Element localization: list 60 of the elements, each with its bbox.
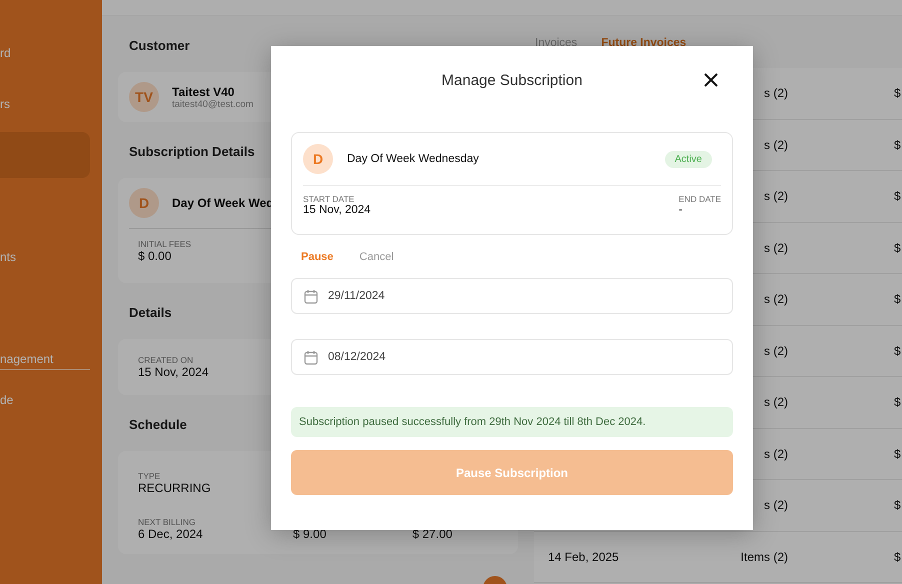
date-field[interactable]: 08/12/2024 <box>291 339 733 375</box>
sidebar-item[interactable]: rs <box>0 81 90 127</box>
field-value: - <box>678 204 682 216</box>
field-value: $ 0.00 <box>138 249 172 263</box>
section-heading: Subscription Details <box>128 143 256 161</box>
table-cell: s (2) <box>764 498 788 512</box>
table-cell: $ <box>894 86 901 100</box>
field-label: INITIAL FEES <box>138 239 192 249</box>
section-heading: Details <box>128 304 173 322</box>
table-cell: $ <box>894 189 901 204</box>
field-value: $ 9.00 <box>293 527 326 541</box>
invoice-tab[interactable]: Future Invoices <box>601 37 686 49</box>
action-tab[interactable]: Pause <box>301 251 334 263</box>
table-cell: $ <box>894 395 901 410</box>
field-label: CREATED ON <box>138 355 194 365</box>
modal-title: Manage Subscription <box>442 72 582 88</box>
section-heading: Schedule <box>128 416 188 434</box>
table-cell: $ <box>894 292 901 306</box>
table-cell: $ <box>894 498 901 512</box>
table-cell: 14 Feb, 2025 <box>548 550 619 564</box>
table-cell: s (2) <box>764 86 788 100</box>
field-value: 6 Dec, 2024 <box>138 527 203 541</box>
field-value: $ 27.00 <box>412 527 452 541</box>
sidebar-item[interactable]: nts <box>0 234 90 280</box>
success-alert: Subscription paused successfully from 29th Nov 2024 till 8th Dec 2024. <box>291 407 733 437</box>
section-heading: Customer <box>128 37 191 55</box>
table-cell: s (2) <box>764 395 788 410</box>
table-cell: $ <box>894 240 901 255</box>
table-cell: Items (2) <box>740 550 788 564</box>
calendar-icon <box>304 288 318 304</box>
table-cell: s (2) <box>764 240 788 255</box>
field-value: 15 Nov, 2024 <box>303 204 371 216</box>
table-cell: $ <box>894 550 901 564</box>
action-tab[interactable]: Cancel <box>359 251 394 263</box>
customer-name: Taitest V40 <box>172 84 236 98</box>
table-cell: $ <box>894 446 901 461</box>
field-value: RECURRING <box>138 481 211 495</box>
table-cell: s (2) <box>764 189 788 204</box>
table-cell: s (2) <box>764 344 788 358</box>
close-icon[interactable] <box>704 73 718 87</box>
customer-email: taitest40@test.com <box>172 98 254 110</box>
avatar-initials: TV <box>129 82 159 112</box>
field-label: NEXT BILLING <box>138 517 196 527</box>
table-cell: s (2) <box>764 292 788 306</box>
field-value: 15 Nov, 2024 <box>138 365 208 379</box>
field-label: END DATE <box>678 194 721 204</box>
field-label: TYPE <box>138 471 160 481</box>
invoice-tab[interactable]: Invoices <box>535 37 578 49</box>
table-cell: s (2) <box>764 446 788 461</box>
avatar-initials: D <box>129 188 159 218</box>
table-cell: $ <box>894 344 901 358</box>
sidebar-item[interactable]: rd <box>0 30 90 76</box>
avatar-initials: D <box>303 144 333 174</box>
table-cell: s (2) <box>764 138 788 152</box>
date-field[interactable]: 29/11/2024 <box>291 278 733 314</box>
calendar-icon <box>304 350 318 364</box>
table-cell: $ <box>894 138 901 152</box>
plan-name: Day Of Week Wednesday <box>347 153 480 165</box>
field-label: START DATE <box>303 194 354 204</box>
status-badge: Active <box>664 150 712 168</box>
